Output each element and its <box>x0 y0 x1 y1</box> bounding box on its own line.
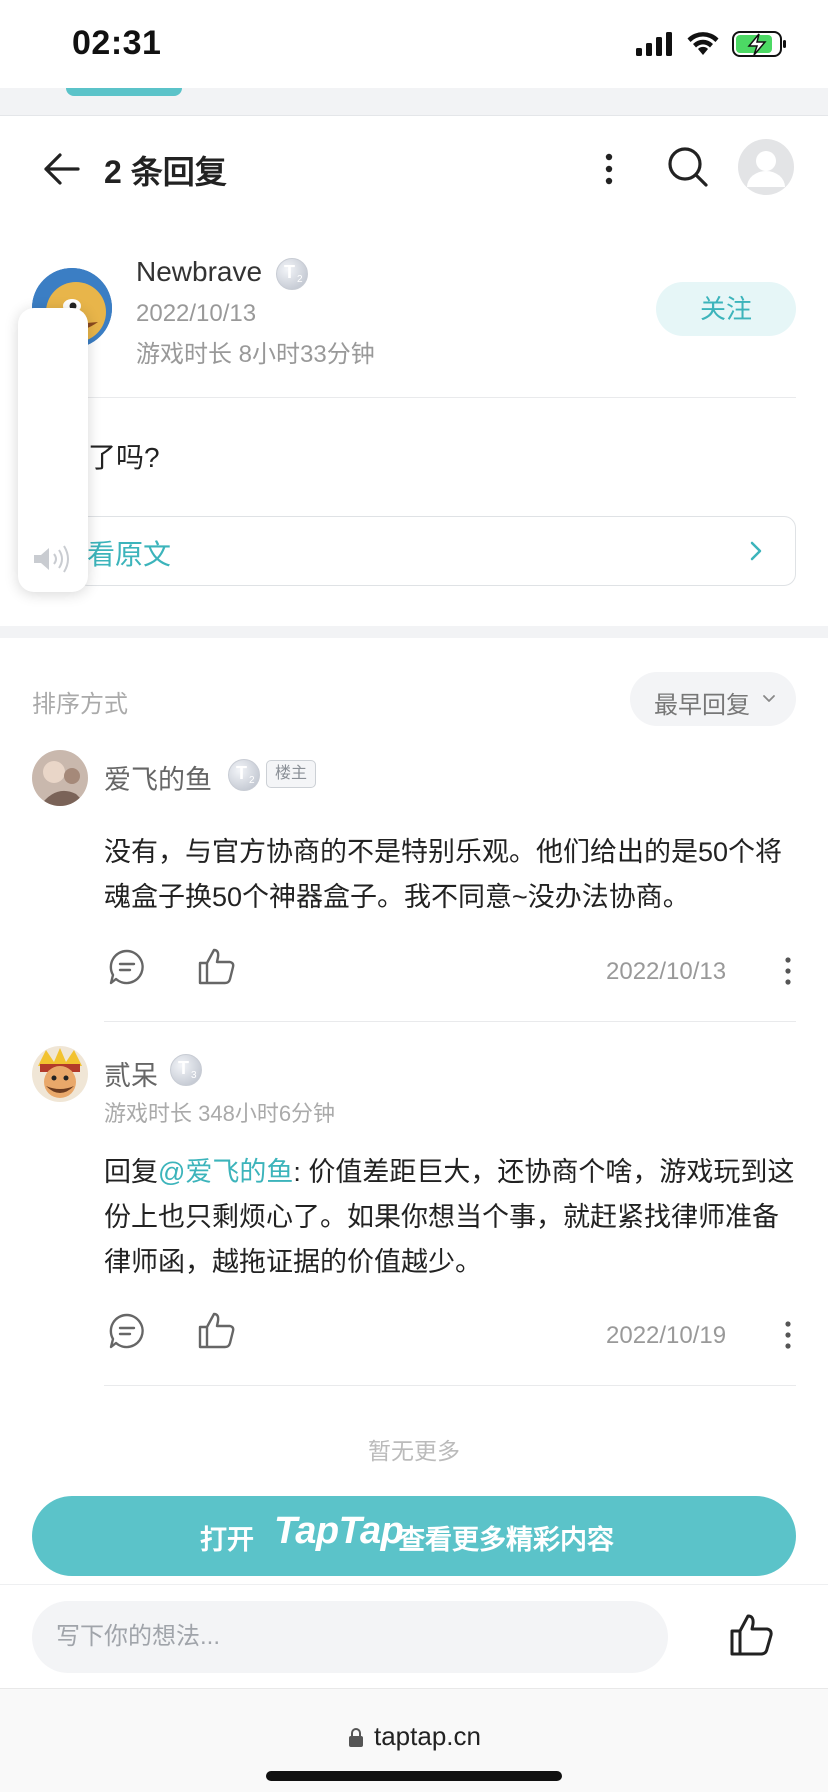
default-avatar-icon <box>747 151 785 187</box>
follow-button[interactable]: 关注 <box>656 282 796 336</box>
commenter-playtime: 游戏时长 348小时6分钟 <box>104 1101 336 1126</box>
user-avatar[interactable] <box>738 139 794 195</box>
level-badge: T 2 <box>228 759 260 791</box>
post-date: 2022/10/13 <box>136 300 257 327</box>
speaker-icon[interactable] <box>32 544 72 574</box>
commenter-name[interactable]: 贰呆 <box>104 1054 158 1093</box>
comment-date: 2022/10/13 <box>606 958 727 985</box>
thumbs-up-icon[interactable] <box>196 1310 236 1350</box>
chevron-down-icon <box>763 695 775 702</box>
open-app-prefix: 打开 <box>200 1525 254 1555</box>
back-arrow-icon[interactable] <box>38 147 82 191</box>
divider <box>104 1021 796 1022</box>
divider <box>104 1385 796 1386</box>
view-original-label: 看原文 <box>87 539 172 570</box>
comment-date: 2022/10/19 <box>606 1322 727 1349</box>
search-icon[interactable] <box>666 145 710 189</box>
comment-input[interactable] <box>32 1601 668 1673</box>
commenter-name[interactable]: 爱飞的鱼 <box>104 758 212 797</box>
sort-selected-label: 最早回复 <box>654 692 750 719</box>
author-name[interactable]: Newbrave <box>136 256 262 288</box>
page-title: 2 条回复 <box>104 154 227 190</box>
thumbs-up-icon[interactable] <box>728 1611 774 1657</box>
op-badge: 楼主 <box>266 760 317 788</box>
commenter-avatar-image <box>32 750 88 806</box>
lock-icon <box>349 1728 363 1747</box>
battery-charging-icon <box>732 31 786 57</box>
reply-header: 2 条回复 <box>0 117 828 221</box>
level-badge-letter: T <box>178 1058 189 1078</box>
more-vertical-icon[interactable] <box>783 1320 793 1350</box>
comment-text: 没有，与官方协商的不是特别乐观。他们给出的是50个将魂盒子换50个神器盒子。我不… <box>104 837 783 912</box>
reply-icon[interactable] <box>108 948 146 986</box>
open-app-suffix: 查看更多精彩内容 <box>398 1525 614 1555</box>
level-badge-number: 2 <box>297 274 303 285</box>
level-badge-number: 2 <box>249 775 255 786</box>
view-original-link[interactable]: 看原文 <box>76 516 796 586</box>
sort-dropdown[interactable]: 最早回复 <box>630 672 796 726</box>
divider <box>88 397 796 398</box>
comment-bar <box>0 1584 828 1688</box>
mention-link[interactable]: @爱飞的鱼 <box>158 1157 293 1187</box>
commenter-avatar-image <box>32 1046 88 1102</box>
section-separator <box>0 626 828 638</box>
status-time: 02:31 <box>72 24 162 62</box>
no-more-label: 暂无更多 <box>368 1438 460 1464</box>
scrolled-button-edge <box>66 88 182 96</box>
comment-text: 回复@爱飞的鱼: 价值差距巨大，还协商个啥，游戏玩到这份上也只剩烦心了。如果你想… <box>104 1150 800 1285</box>
url-text: taptap.cn <box>374 1721 481 1751</box>
level-badge: T 2 <box>276 258 308 290</box>
more-vertical-icon[interactable] <box>594 147 624 191</box>
reply-prefix: 回复 <box>104 1157 158 1187</box>
read-aloud-panel[interactable] <box>18 308 88 592</box>
more-vertical-icon[interactable] <box>783 956 793 986</box>
home-indicator[interactable] <box>266 1771 562 1781</box>
commenter-avatar[interactable] <box>32 750 88 806</box>
wifi-icon <box>687 32 719 55</box>
sort-label: 排序方式 <box>32 691 128 718</box>
commenter-avatar[interactable] <box>32 1046 88 1102</box>
thumbs-up-icon[interactable] <box>196 946 236 986</box>
post-body: 了吗? <box>88 442 160 473</box>
status-bar: 02:31 <box>0 0 828 88</box>
level-badge-letter: T <box>236 763 247 783</box>
cellular-signal-icon <box>636 32 672 56</box>
level-badge: T 3 <box>170 1054 202 1086</box>
browser-url-bar[interactable]: taptap.cn <box>0 1688 828 1792</box>
level-badge-number: 3 <box>191 1070 197 1081</box>
author-playtime: 游戏时长 8小时33分钟 <box>136 341 375 368</box>
level-badge-letter: T <box>284 262 295 282</box>
reply-icon[interactable] <box>108 1312 146 1350</box>
taptap-logo-text: TapTap <box>274 1510 404 1552</box>
chevron-right-icon <box>750 541 762 561</box>
open-app-button[interactable]: 打开 TapTap 查看更多精彩内容 <box>32 1496 796 1576</box>
